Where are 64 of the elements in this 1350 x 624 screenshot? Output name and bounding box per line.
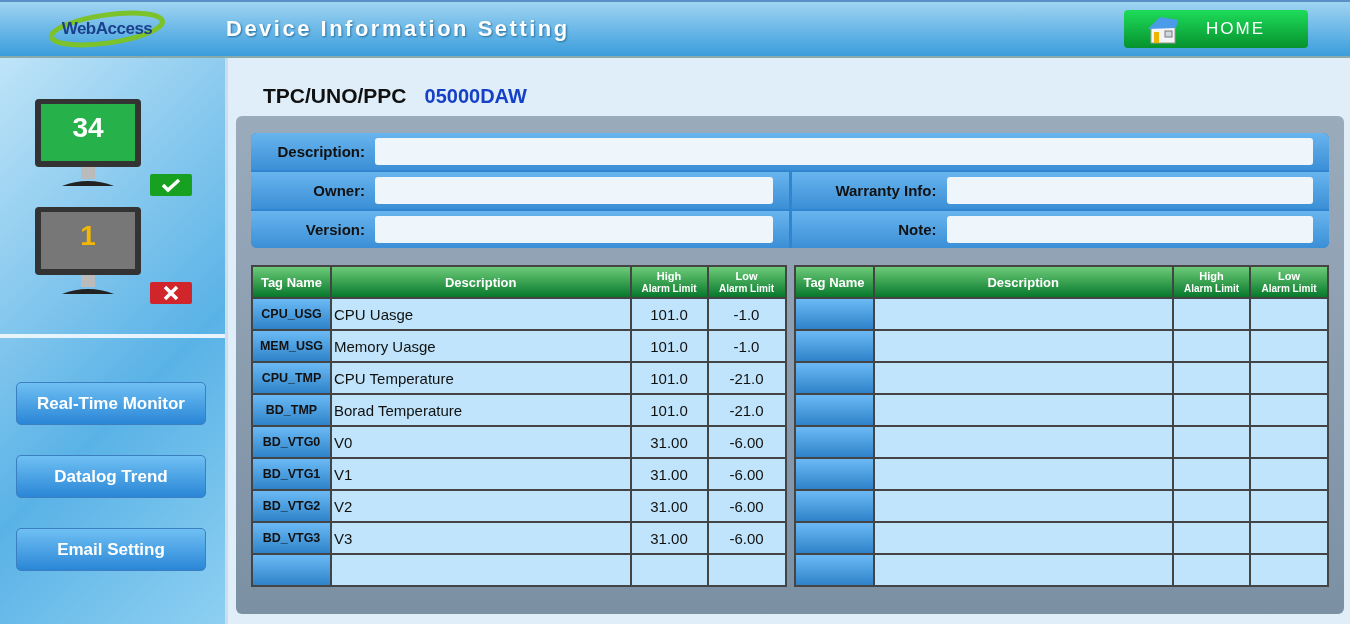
monitor-icon [34, 98, 144, 188]
nav-button[interactable]: Real-Time Monitor [16, 382, 206, 425]
table-cell: 31.00 [630, 458, 708, 490]
table-cell: 101.0 [630, 362, 708, 394]
table-cell: 101.0 [630, 298, 708, 330]
table-cell: CPU Temperature [331, 362, 631, 394]
table-cell: -21.0 [707, 394, 786, 426]
field-label: Note: [897, 221, 938, 238]
owner-field[interactable] [375, 177, 773, 204]
page-title: Device Information Setting [226, 16, 570, 42]
column-header: High Alarm Limit [630, 266, 708, 298]
nav-button[interactable]: Email Setting [16, 528, 206, 571]
table-cell: -6.00 [707, 458, 786, 490]
monitor-icon [34, 206, 144, 296]
tag-cell: CPU_USG [252, 298, 331, 330]
table-cell: -21.0 [707, 362, 786, 394]
column-header: Low Alarm Limit [707, 266, 786, 298]
tag-cell: BD_VTG0 [252, 426, 331, 458]
tag-cell: MEM_USG [252, 330, 331, 362]
house-icon [1146, 14, 1180, 44]
table-cell: 101.0 [630, 394, 708, 426]
field-label: Version: [304, 221, 366, 238]
device-id: 05000DAW [424, 85, 527, 108]
field-label: Description: [276, 143, 366, 160]
table-cell: Borad Temperature [331, 394, 631, 426]
column-header: Tag Name [252, 266, 331, 298]
column-header: Description [331, 266, 631, 298]
close-icon [150, 282, 192, 304]
table-cell: Memory Uasge [331, 330, 631, 362]
table-cell: -6.00 [707, 426, 786, 458]
tag-cell: BD_VTG2 [252, 490, 331, 522]
table-cell: CPU Uasge [331, 298, 631, 330]
tag-cell: CPU_TMP [252, 362, 331, 394]
description-field[interactable] [375, 138, 1313, 165]
field-label: Warranty Info: [834, 182, 938, 199]
nav-button[interactable]: Datalog Trend [16, 455, 206, 498]
column-header: Tag Name [794, 266, 874, 298]
table-cell: 31.00 [630, 490, 708, 522]
column-header: High Alarm Limit [1173, 266, 1250, 298]
table-cell: 101.0 [630, 330, 708, 362]
table-cell: -6.00 [707, 490, 786, 522]
table-cell: 31.00 [630, 426, 708, 458]
check-icon [150, 174, 192, 196]
table-cell: -6.00 [707, 522, 786, 554]
table-cell: V1 [331, 458, 631, 490]
column-header: Description [873, 266, 1173, 298]
tag-cell: BD_TMP [252, 394, 331, 426]
warranty-field[interactable] [946, 177, 1313, 204]
table-cell: -1.0 [707, 330, 786, 362]
table-cell: -1.0 [707, 298, 786, 330]
table-cell: V3 [331, 522, 631, 554]
tag-cell: BD_VTG3 [252, 522, 331, 554]
note-field[interactable] [946, 216, 1313, 243]
device-count: 34 [71, 112, 105, 144]
device-count: 1 [79, 220, 97, 252]
device-type: TPC/UNO/PPC [263, 84, 407, 108]
version-field[interactable] [375, 216, 773, 243]
column-header: Low Alarm Limit [1250, 266, 1328, 298]
table-cell: V2 [331, 490, 631, 522]
field-label: Owner: [312, 182, 366, 199]
tag-cell: BD_VTG1 [252, 458, 331, 490]
home-button[interactable]: HOME [1124, 10, 1308, 48]
table-cell: 31.00 [630, 522, 708, 554]
table-cell: V0 [331, 426, 631, 458]
